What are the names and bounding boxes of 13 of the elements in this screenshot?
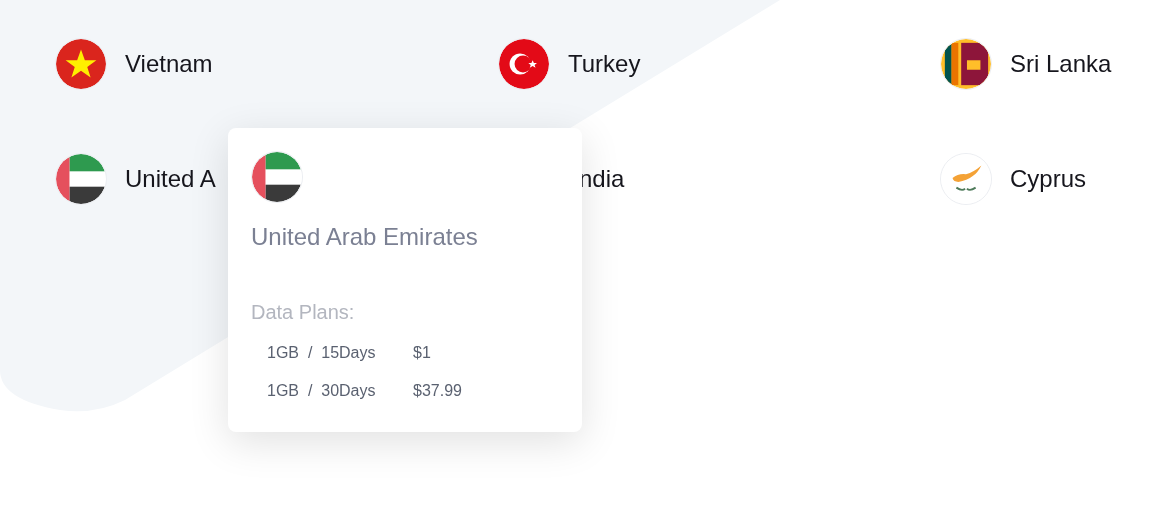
plan-size: 1GB / 15Days: [267, 343, 377, 363]
plan-size: 1GB / 30Days: [267, 381, 377, 401]
plan-price: $1: [413, 343, 431, 363]
flag-icon: [251, 151, 303, 203]
flag-icon: [940, 38, 992, 90]
plans-label: Data Plans:: [251, 300, 356, 325]
popup-title: United Arab Emirates: [251, 222, 479, 252]
country-name[interactable]: Vietnam: [125, 46, 213, 82]
plan-price: $37.99: [413, 381, 462, 401]
country-name[interactable]: Sri Lanka: [1010, 46, 1112, 82]
country-name[interactable]: Turkey: [568, 46, 641, 82]
country-name[interactable]: United A: [125, 161, 216, 197]
country-name[interactable]: Cyprus: [1010, 161, 1087, 197]
